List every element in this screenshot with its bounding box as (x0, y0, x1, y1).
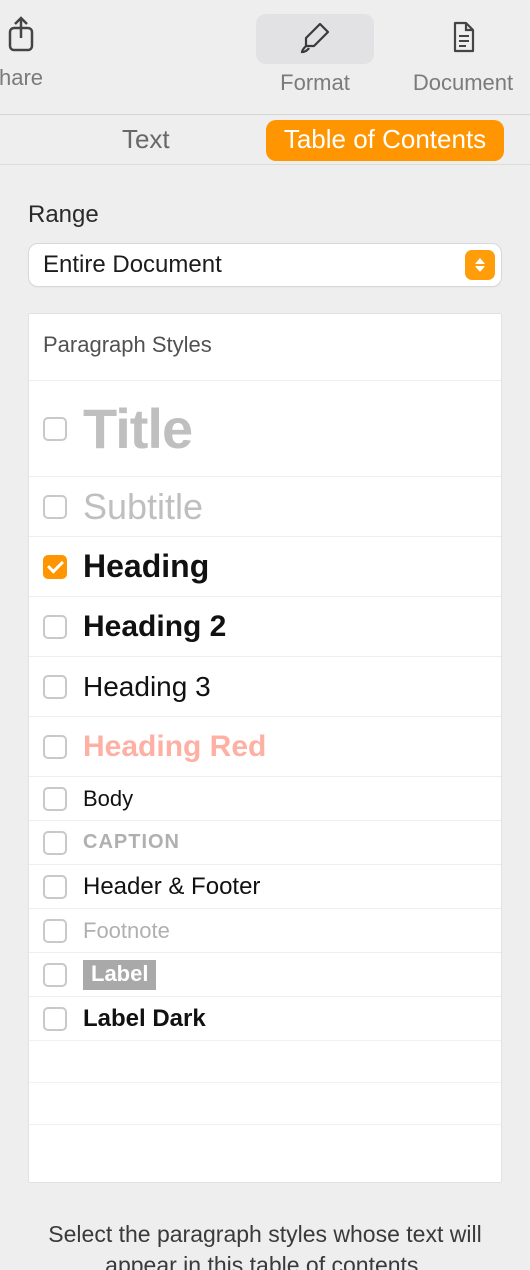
style-row[interactable]: Heading (29, 536, 501, 596)
style-label: Label (83, 960, 156, 990)
toolbar-format[interactable]: Format (256, 14, 374, 96)
style-checkbox[interactable] (43, 787, 67, 811)
style-label: Heading 3 (83, 671, 211, 703)
format-label: Format (280, 70, 350, 96)
footer-help-text: Select the paragraph styles whose text w… (28, 1219, 502, 1270)
style-checkbox[interactable] (43, 615, 67, 639)
range-label: Range (28, 201, 502, 229)
tab-table-of-contents[interactable]: Table of Contents (266, 120, 504, 161)
style-checkbox[interactable] (43, 735, 67, 759)
style-label: Subtitle (83, 486, 203, 528)
share-label: hare (0, 65, 43, 91)
document-label: Document (413, 70, 513, 96)
style-label: Footnote (83, 918, 170, 944)
style-checkbox[interactable] (43, 831, 67, 855)
paragraph-styles-header: Paragraph Styles (29, 314, 501, 380)
style-label: Heading (83, 548, 209, 585)
style-label: CAPTION (83, 831, 180, 854)
toolbar: hare Format (0, 0, 530, 115)
style-label: Heading Red (83, 730, 266, 764)
inspector-subtabs: Text Table of Contents (0, 115, 530, 165)
style-label: Header & Footer (83, 873, 260, 901)
toolbar-share[interactable]: hare (0, 14, 56, 91)
document-icon (446, 20, 480, 59)
style-checkbox[interactable] (43, 963, 67, 987)
format-icon-bg (256, 14, 374, 64)
style-checkbox[interactable] (43, 555, 67, 579)
style-row[interactable]: Heading Red (29, 716, 501, 776)
style-checkbox[interactable] (43, 675, 67, 699)
style-label: Heading 2 (83, 610, 226, 644)
style-row[interactable]: Label (29, 952, 501, 996)
tab-text[interactable]: Text (26, 120, 266, 161)
paintbrush-icon (298, 20, 332, 59)
toolbar-document[interactable]: Document (404, 14, 522, 96)
range-select[interactable]: Entire Document (28, 243, 502, 287)
style-checkbox[interactable] (43, 919, 67, 943)
style-checkbox[interactable] (43, 1007, 67, 1031)
updown-chevron-icon (465, 250, 495, 280)
style-row[interactable]: Body (29, 776, 501, 820)
style-row[interactable]: Header & Footer (29, 864, 501, 908)
style-checkbox[interactable] (43, 875, 67, 899)
empty-row (29, 1040, 501, 1082)
style-label: Label Dark (83, 1005, 206, 1033)
style-row[interactable]: Title (29, 380, 501, 476)
range-value: Entire Document (43, 251, 222, 279)
empty-row (29, 1082, 501, 1124)
paragraph-styles-panel: Paragraph Styles Title Subtitle Heading Hea… (28, 313, 502, 1183)
style-label: Title (83, 396, 192, 461)
style-checkbox[interactable] (43, 417, 67, 441)
empty-row (29, 1124, 501, 1182)
style-label: Body (83, 786, 133, 812)
style-row[interactable]: Subtitle (29, 476, 501, 536)
style-row[interactable]: Heading 2 (29, 596, 501, 656)
style-checkbox[interactable] (43, 495, 67, 519)
style-row[interactable]: Footnote (29, 908, 501, 952)
style-row[interactable]: Heading 3 (29, 656, 501, 716)
share-icon (5, 14, 37, 59)
style-row[interactable]: CAPTION (29, 820, 501, 864)
style-row[interactable]: Label Dark (29, 996, 501, 1040)
document-icon-bg (404, 14, 522, 64)
